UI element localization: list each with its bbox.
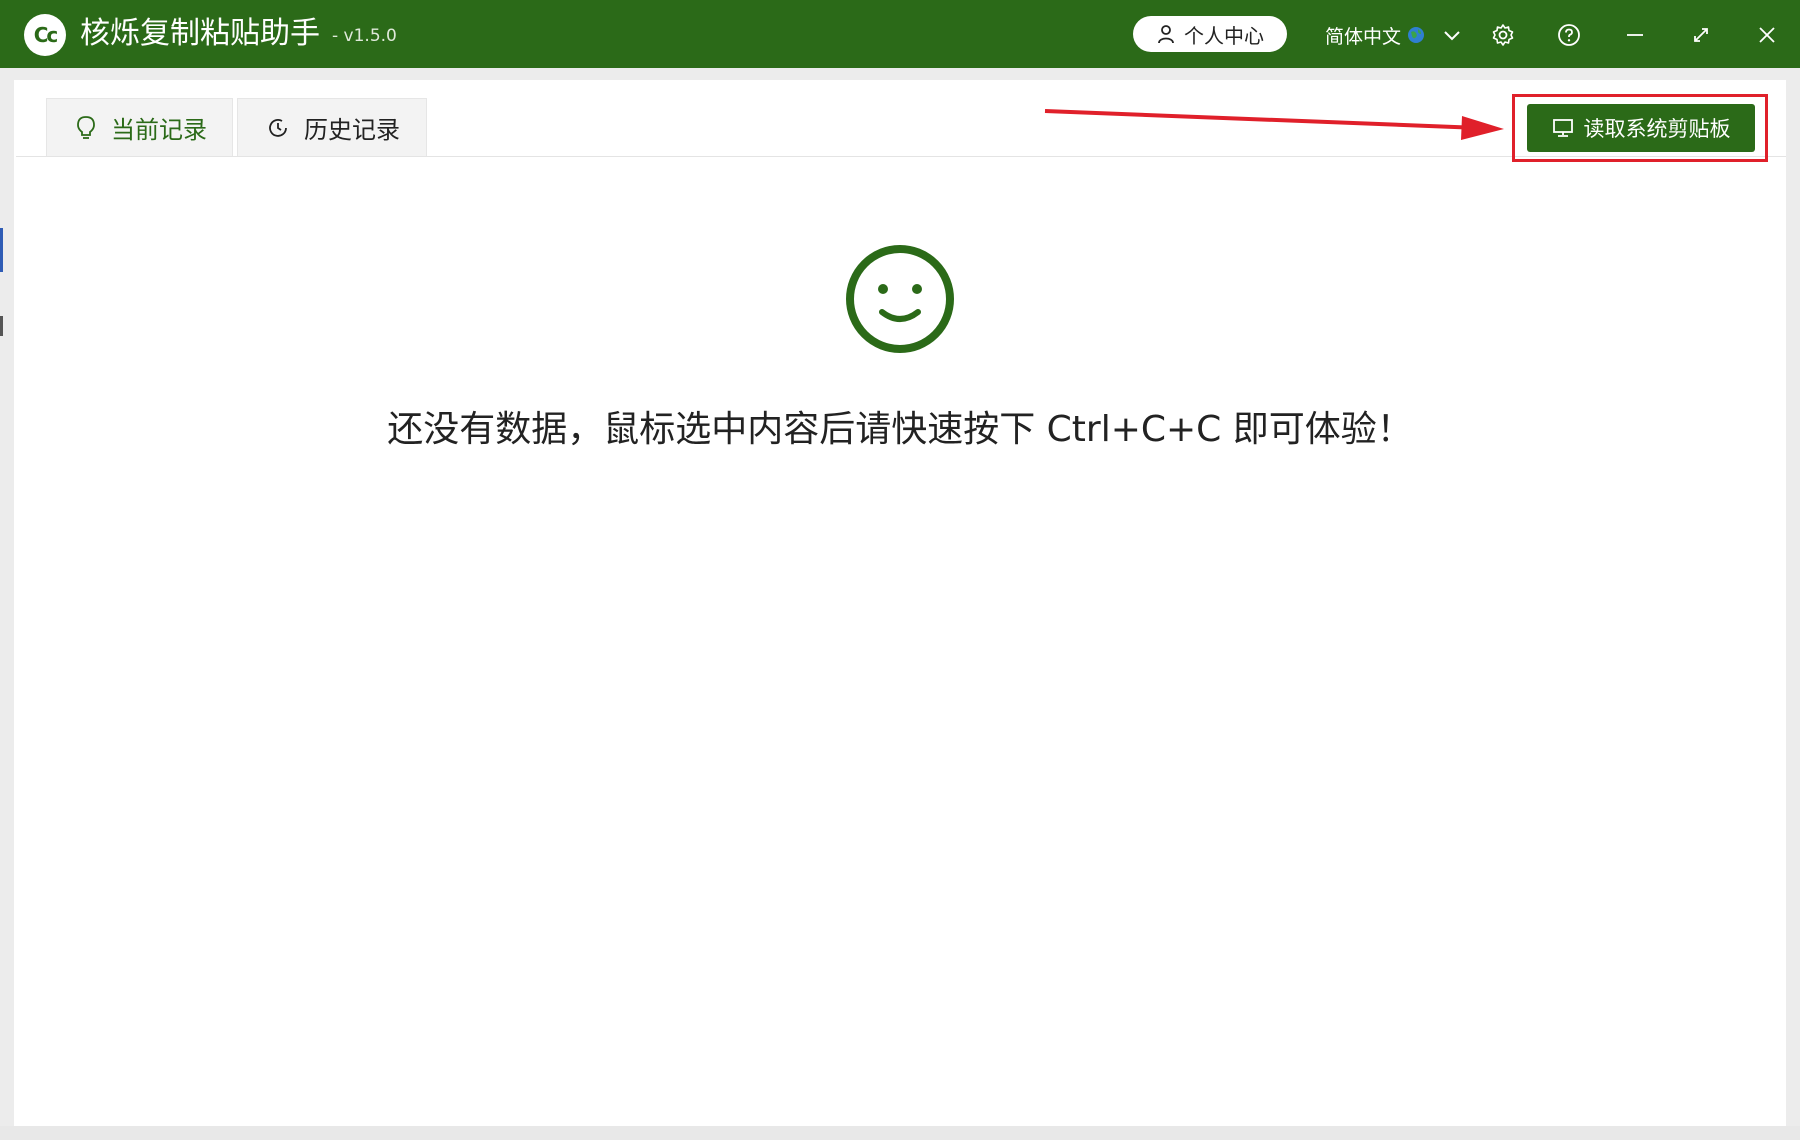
settings-button[interactable] bbox=[1486, 18, 1520, 52]
content-panel bbox=[14, 80, 1786, 1126]
help-button[interactable] bbox=[1552, 18, 1586, 52]
tab-history-label: 历史记录 bbox=[304, 116, 400, 144]
app-version: - v1.5.0 bbox=[332, 26, 397, 46]
app-window: Cc 核烁复制粘贴助手 - v1.5.0 个人中心 简体中文 当前记录 历史记录… bbox=[0, 0, 1800, 1140]
language-selector[interactable]: 简体中文 bbox=[1325, 18, 1463, 52]
lightbulb-icon bbox=[77, 115, 95, 139]
app-logo-icon: Cc bbox=[24, 14, 66, 56]
logo-text: Cc bbox=[33, 23, 59, 47]
close-icon bbox=[1759, 27, 1775, 43]
gear-icon bbox=[1492, 24, 1514, 46]
app-title: 核烁复制粘贴助手 bbox=[80, 16, 320, 51]
user-center-label: 个人中心 bbox=[1184, 23, 1264, 48]
annotation-arrow bbox=[1044, 109, 1504, 140]
window-bottom-edge bbox=[0, 1126, 1800, 1140]
clock-icon bbox=[269, 118, 287, 137]
minimize-icon bbox=[1627, 34, 1643, 36]
globe-icon bbox=[1408, 27, 1425, 43]
user-center-button[interactable]: 个人中心 bbox=[1133, 16, 1287, 52]
maximize-button[interactable] bbox=[1684, 18, 1718, 52]
minimize-button[interactable] bbox=[1618, 18, 1652, 52]
maximize-icon bbox=[1694, 28, 1708, 42]
close-button[interactable] bbox=[1750, 18, 1784, 52]
smiley-icon bbox=[846, 245, 954, 353]
language-label: 简体中文 bbox=[1325, 25, 1402, 48]
tab-history-records[interactable]: 历史记录 bbox=[237, 98, 427, 156]
help-icon bbox=[1558, 24, 1580, 46]
background-window-edge bbox=[0, 228, 3, 272]
empty-state-message: 还没有数据，鼠标选中内容后请快速按下 Ctrl+C+C 即可体验！ bbox=[387, 409, 1413, 450]
user-icon bbox=[1158, 25, 1174, 44]
tab-current-label: 当前记录 bbox=[111, 116, 207, 144]
tab-current-records[interactable]: 当前记录 bbox=[46, 98, 233, 156]
title-bar: Cc 核烁复制粘贴助手 - v1.5.0 个人中心 简体中文 bbox=[0, 0, 1800, 68]
background-window-edge bbox=[0, 316, 3, 336]
annotation-highlight-box bbox=[1512, 94, 1768, 162]
chevron-down-icon bbox=[1444, 31, 1460, 41]
